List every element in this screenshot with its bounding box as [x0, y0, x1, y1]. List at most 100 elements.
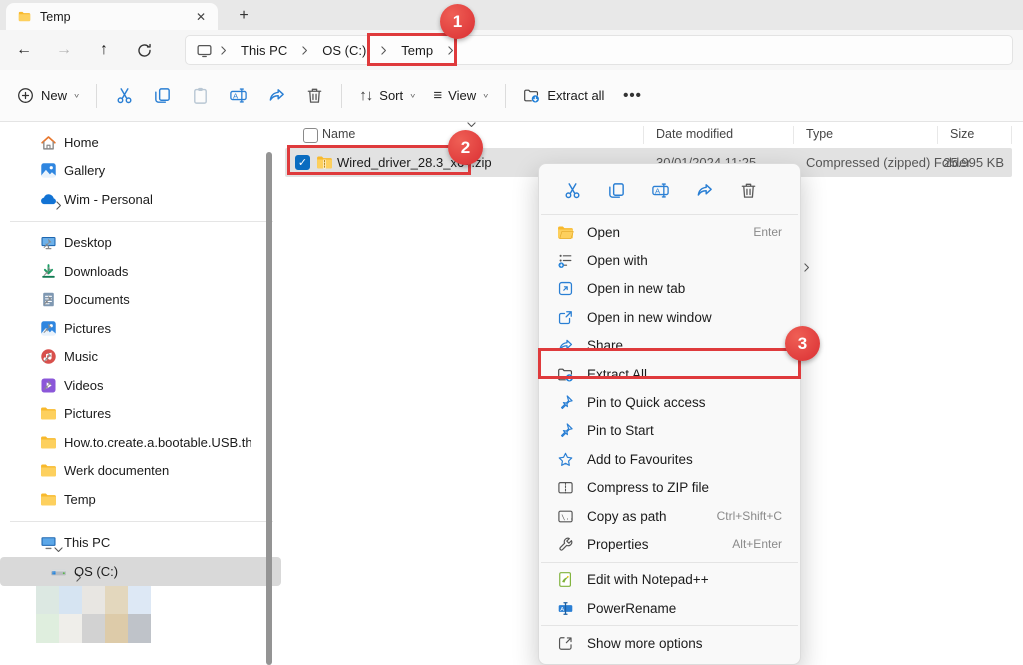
onedrive-icon: [40, 191, 57, 208]
menu-item-properties[interactable]: PropertiesAlt+Enter: [543, 530, 796, 558]
sidebar-item-gallery[interactable]: Gallery: [0, 157, 281, 186]
sidebar-item-pictures[interactable]: Pictures: [0, 314, 281, 343]
open-with-icon: [557, 252, 574, 269]
context-share-button[interactable]: [689, 177, 719, 203]
sidebar-item-how-to-create-a-bootable-usb-thumb-drive-for[interactable]: How.to.create.a.bootable.USB.thumb.drive…: [0, 428, 281, 457]
context-delete-button[interactable]: [733, 177, 763, 203]
menu-item-share[interactable]: Share: [543, 332, 796, 360]
chevron-right-icon: [444, 44, 457, 57]
tab-temp[interactable]: Temp ✕: [6, 3, 218, 30]
context-menu-quick-actions: A: [539, 169, 800, 211]
sidebar-item-wim-personal[interactable]: Wim - Personal: [0, 185, 281, 214]
sidebar-item-label: Videos: [64, 378, 251, 393]
folder-icon: [18, 10, 31, 23]
column-divider[interactable]: [1011, 126, 1012, 144]
pin-blue-icon: [557, 422, 574, 439]
breadcrumb-item-this-pc[interactable]: This PC: [234, 40, 294, 61]
menu-item-open-with[interactable]: Open with: [543, 246, 796, 274]
menu-item-powerrename[interactable]: APowerRename: [543, 594, 796, 622]
sidebar-item-desktop[interactable]: Desktop: [0, 229, 281, 258]
sidebar-item-pictures[interactable]: Pictures: [0, 400, 281, 429]
column-divider[interactable]: [937, 126, 938, 144]
cut-button[interactable]: [105, 79, 143, 113]
column-header-size[interactable]: Size: [950, 127, 974, 141]
sidebar-item-documents[interactable]: Documents: [0, 286, 281, 315]
chevron-right-icon[interactable]: [440, 44, 461, 57]
sidebar-item-home[interactable]: Home: [0, 128, 281, 157]
column-header-date-modified[interactable]: Date modified: [656, 127, 733, 141]
refresh-button[interactable]: [128, 35, 160, 65]
tab-bar: Temp ✕ +: [0, 0, 1023, 30]
sidebar-item-this-pc[interactable]: This PC: [0, 529, 281, 558]
sidebar-item-os-c-[interactable]: OS (C:): [0, 557, 281, 586]
menu-item-add-to-favourites[interactable]: Add to Favourites: [543, 445, 796, 473]
menu-item-open-in-new-window[interactable]: Open in new window: [543, 303, 796, 331]
sidebar-item-hidden[interactable]: [0, 614, 281, 643]
sort-button[interactable]: ↑↓ Sort ˅: [350, 80, 424, 111]
sidebar-item-temp[interactable]: Temp: [0, 485, 281, 514]
chevron-right-icon[interactable]: [373, 44, 394, 57]
menu-item-show-more-options[interactable]: Show more options: [543, 629, 796, 657]
folder-icon: [40, 434, 57, 451]
context-copy-button[interactable]: [601, 177, 631, 203]
menu-item-pin-to-start[interactable]: Pin to Start: [543, 417, 796, 445]
chevron-right-icon: [217, 44, 230, 57]
address-bar[interactable]: This PC OS (C:) Temp: [185, 35, 1013, 65]
tab-close-icon[interactable]: ✕: [192, 8, 210, 26]
select-all-checkbox[interactable]: [303, 128, 318, 143]
sidebar-item-music[interactable]: Music: [0, 343, 281, 372]
menu-item-copy-as-path[interactable]: \..Copy as pathCtrl+Shift+C: [543, 502, 796, 530]
zip-icon: [316, 154, 333, 171]
forward-button[interactable]: →: [48, 35, 80, 65]
new-button[interactable]: New ˅: [8, 80, 88, 111]
view-button[interactable]: ≡ View ˅: [424, 80, 497, 111]
svg-text:\..: \..: [561, 513, 573, 521]
folder-icon: [40, 405, 57, 422]
chevron-right-icon[interactable]: [213, 44, 234, 57]
sidebar-item-hidden[interactable]: [0, 586, 281, 615]
menu-item-label: Edit with Notepad++: [587, 572, 709, 587]
sidebar-item-label: OS (C:): [74, 564, 251, 579]
breadcrumb-item-os-c-[interactable]: OS (C:): [315, 40, 373, 61]
menu-item-open[interactable]: OpenEnter: [543, 218, 796, 246]
menu-item-edit-with-notepad[interactable]: Edit with Notepad++: [543, 566, 796, 594]
sidebar-item-downloads[interactable]: Downloads: [0, 257, 281, 286]
context-cut-button[interactable]: [557, 177, 587, 203]
sidebar-item-label: Documents: [64, 292, 251, 307]
rename-button[interactable]: A: [219, 79, 257, 113]
star-icon: [557, 451, 574, 468]
paste-button[interactable]: [181, 79, 219, 113]
breadcrumb-item-temp[interactable]: Temp: [394, 40, 440, 61]
extract-all-button[interactable]: Extract all: [514, 80, 613, 111]
new-button-label: New: [41, 88, 67, 103]
back-button[interactable]: ←: [8, 35, 40, 65]
copy-icon: [153, 86, 172, 105]
copy-button[interactable]: [143, 79, 181, 113]
sidebar-scrollbar[interactable]: [266, 152, 272, 665]
share-button[interactable]: [257, 79, 295, 113]
menu-item-open-in-new-tab[interactable]: Open in new tab: [543, 275, 796, 303]
column-header-type[interactable]: Type: [806, 127, 833, 141]
column-header-name[interactable]: Name: [322, 127, 355, 141]
menu-item-extract-all[interactable]: Extract All...: [543, 360, 796, 388]
column-divider[interactable]: [793, 126, 794, 144]
chevron-right-icon[interactable]: [294, 44, 315, 57]
column-divider[interactable]: [643, 126, 644, 144]
folder-icon: [40, 491, 57, 508]
sort-arrows-icon: ↑↓: [359, 87, 372, 104]
sort-button-label: Sort: [379, 88, 403, 103]
delete-button[interactable]: [295, 79, 333, 113]
command-toolbar: New ˅ A ↑↓ Sort ˅ ≡ View ˅ Extract all •…: [0, 70, 1023, 122]
sidebar-item-videos[interactable]: Videos: [0, 371, 281, 400]
pin-icon: [40, 379, 53, 392]
new-window-icon: [557, 309, 574, 326]
sidebar-item-werk-documenten[interactable]: Werk documenten: [0, 457, 281, 486]
up-button[interactable]: ↑: [88, 35, 120, 65]
pin-icon: [40, 322, 53, 335]
menu-item-compress-to-zip-file[interactable]: Compress to ZIP file: [543, 474, 796, 502]
context-rename-button[interactable]: A: [645, 177, 675, 203]
see-more-button[interactable]: •••: [613, 79, 651, 113]
file-checkbox[interactable]: ✓: [295, 155, 310, 170]
menu-item-pin-to-quick-access[interactable]: Pin to Quick access: [543, 388, 796, 416]
new-tab-button[interactable]: +: [232, 4, 256, 28]
